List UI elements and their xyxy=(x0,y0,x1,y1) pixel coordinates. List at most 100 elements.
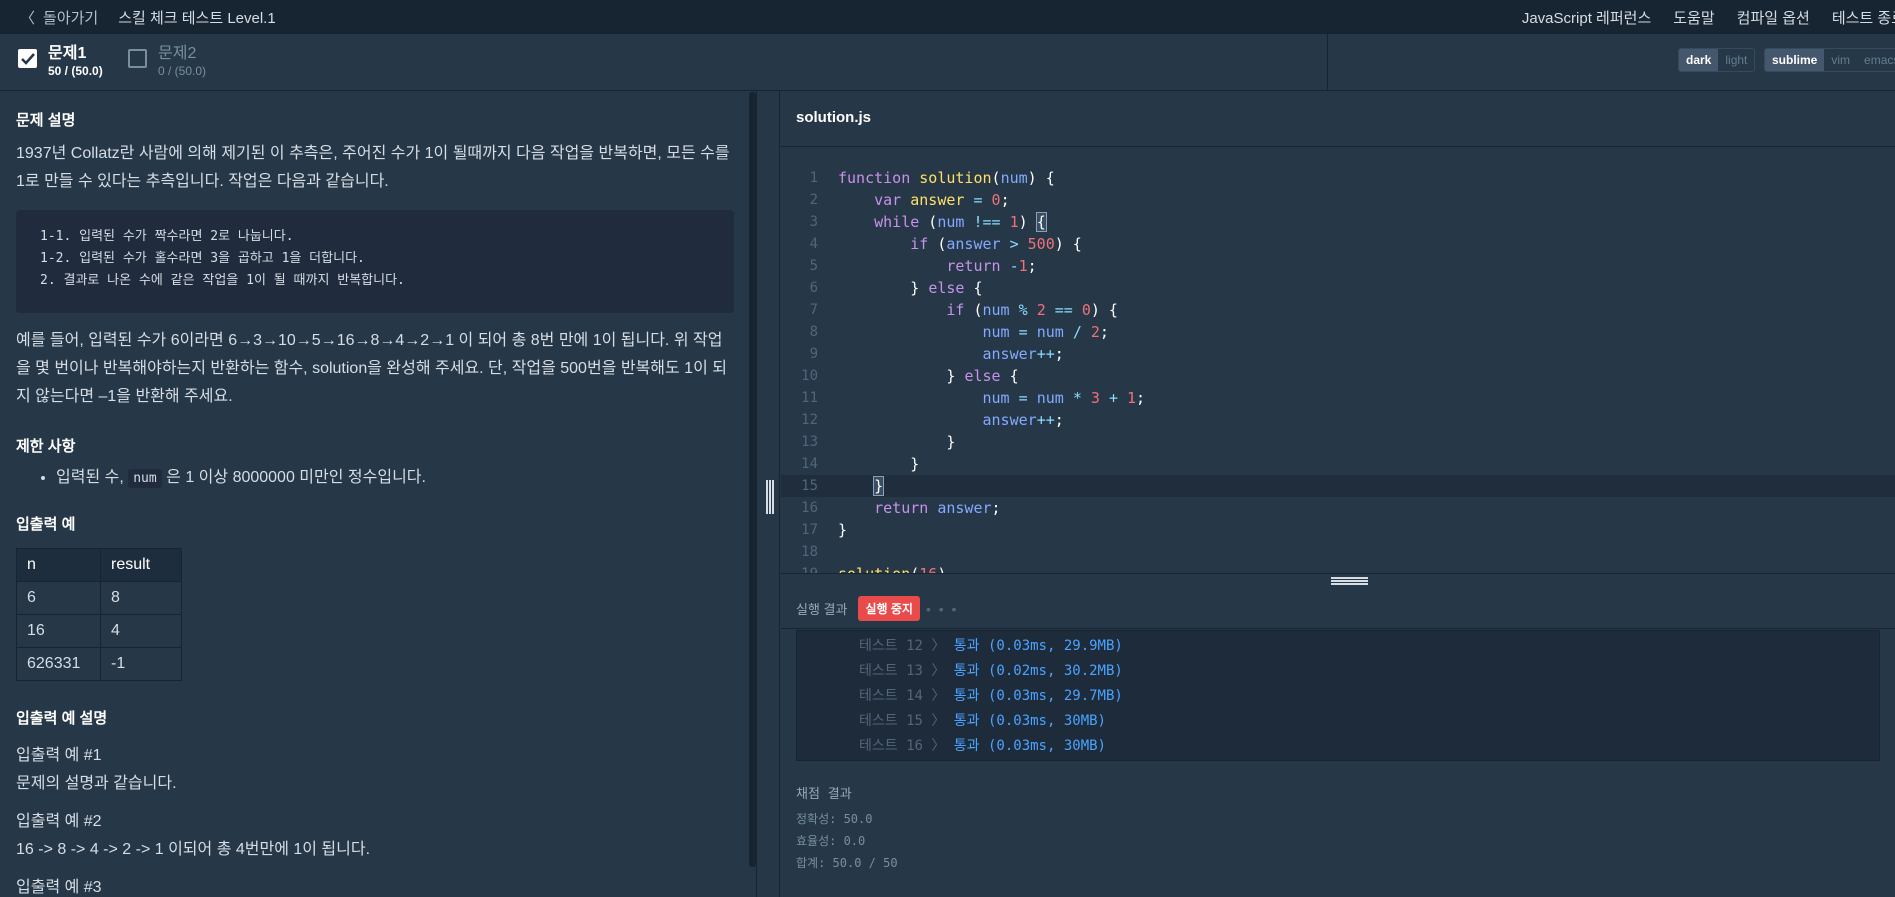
back-button[interactable]: 〈 돌아가기 xyxy=(0,7,98,28)
table-cell: -1 xyxy=(100,647,182,681)
total-score: 합계: 50.0 / 50 xyxy=(796,856,898,870)
back-label: 돌아가기 xyxy=(43,9,99,27)
reference-link[interactable]: JavaScript 레퍼런스 xyxy=(1522,7,1651,28)
line-number: 19 xyxy=(781,563,818,573)
column-header: n xyxy=(16,548,101,582)
test-results-panel: 테스트 12 〉 통과 (0.03ms, 29.9MB) 테스트 13 〉 통과… xyxy=(796,630,1880,761)
tab-label: 문제1 xyxy=(48,45,87,62)
example-title: 입출력 예 #2 xyxy=(16,813,102,830)
test-title: 스킬 체크 테스트 Level.1 xyxy=(118,9,276,27)
code-line: 14 } xyxy=(781,453,1895,475)
test-result: 통과 (0.03ms, 29.7MB) xyxy=(953,688,1123,704)
loading-dots: • • • xyxy=(925,600,959,617)
accuracy-score: 정확성: 50.0 xyxy=(796,812,873,826)
io-example-table: n result 6 8 16 4 626331 -1 xyxy=(16,548,182,681)
problem-description-pane: 문제 설명 1937년 Collatz란 사람에 의해 제기된 이 추측은, 주… xyxy=(0,91,750,897)
efficiency-score: 효율성: 0.0 xyxy=(796,834,866,848)
keymap-emacs-button[interactable]: emacs xyxy=(1857,49,1895,71)
line-number: 14 xyxy=(801,456,818,472)
tab-problem-2[interactable]: 문제2 0 / (50.0) xyxy=(128,44,206,78)
section-title: 입출력 예 설명 xyxy=(16,710,108,727)
line-number: 9 xyxy=(809,346,818,362)
line-number: 13 xyxy=(801,434,818,450)
example-title: 입출력 예 #3 xyxy=(16,879,102,896)
line-number: 16 xyxy=(801,500,818,516)
table-cell: 16 xyxy=(16,614,101,648)
test-label: 테스트 13 〉 xyxy=(859,663,946,679)
keymap-vim-button[interactable]: vim xyxy=(1824,49,1857,71)
code-line: 16 return answer; xyxy=(781,497,1895,519)
keymap-sublime-button[interactable]: sublime xyxy=(1765,49,1825,71)
example-title: 입출력 예 #1 xyxy=(16,747,102,764)
table-cell: 626331 xyxy=(16,647,101,681)
example-text: 문제의 설명과 같습니다. xyxy=(16,775,177,792)
code-line: 8 num = num / 2; xyxy=(781,321,1895,343)
description-text: 1937년 Collatz란 사람에 의해 제기된 이 추측은, 주어진 수가 … xyxy=(16,145,730,190)
grading-summary: 채점 결과 정확성: 50.0 효율성: 0.0 합계: 50.0 / 50 xyxy=(796,783,898,874)
line-number: 2 xyxy=(809,192,818,208)
section-title: 문제 설명 xyxy=(16,112,76,129)
drag-handle-icon[interactable] xyxy=(766,480,774,514)
divider xyxy=(1327,34,1328,91)
compile-options-link[interactable]: 컴파일 옵션 xyxy=(1737,7,1810,28)
code-line: 10 } else { xyxy=(781,365,1895,387)
line-number: 11 xyxy=(801,390,818,406)
step-line: 1-2. 입력된 수가 홀수라면 3을 곱하고 1을 더합니다. xyxy=(40,251,365,266)
code-line: 3 while (num !== 1) { xyxy=(781,211,1895,233)
line-number: 10 xyxy=(801,368,818,384)
test-result: 통과 (0.03ms, 30MB) xyxy=(953,713,1106,729)
test-result: 통과 (0.02ms, 30.2MB) xyxy=(953,663,1123,679)
list-item: 입력된 수, num 은 1 이상 8000000 미만인 정수입니다. xyxy=(56,466,734,491)
table-cell: 4 xyxy=(100,614,182,648)
code-line: 1 function solution(num) { xyxy=(781,167,1895,189)
theme-dark-button[interactable]: dark xyxy=(1679,49,1719,71)
code-line: 13 } xyxy=(781,431,1895,453)
editor-header: solution.js xyxy=(781,91,1895,147)
description-text: 예를 들어, 입력된 수가 6이라면 6→3→10→5→16→8→4→2→1 이… xyxy=(16,332,727,405)
limits-list: 입력된 수, num 은 1 이상 8000000 미만인 정수입니다. xyxy=(56,466,734,491)
code-line-active: 15 } xyxy=(781,475,1895,497)
section-title: 입출력 예 xyxy=(16,516,76,533)
test-result: 통과 (0.03ms, 29.9MB) xyxy=(953,638,1123,654)
code-line: 17} xyxy=(781,519,1895,541)
pane-splitter[interactable] xyxy=(756,91,780,897)
theme-light-button[interactable]: light xyxy=(1718,49,1754,71)
table-row: 6 8 xyxy=(16,581,182,615)
end-test-link[interactable]: 테스트 종료 xyxy=(1832,7,1895,28)
test-result-row: 테스트 15 〉 통과 (0.03ms, 30MB) xyxy=(859,709,1106,734)
line-number: 1 xyxy=(809,170,818,186)
line-number: 17 xyxy=(801,522,818,538)
test-label: 테스트 12 〉 xyxy=(859,638,946,654)
test-result: 통과 (0.03ms, 30MB) xyxy=(953,738,1106,754)
column-header: result xyxy=(100,548,182,582)
scrollbar[interactable] xyxy=(749,92,756,867)
console-splitter[interactable] xyxy=(781,573,1895,589)
limit-text: 입력된 수, xyxy=(56,469,124,486)
section-title: 제한 사항 xyxy=(16,438,76,455)
line-number: 15 xyxy=(801,478,818,494)
test-result-row: 테스트 14 〉 통과 (0.03ms, 29.7MB) xyxy=(859,684,1123,709)
test-result-row: 테스트 13 〉 통과 (0.02ms, 30.2MB) xyxy=(859,659,1123,684)
code-line: 18 xyxy=(781,541,1895,563)
file-name: solution.js xyxy=(796,109,871,126)
console-title: 실행 결과 xyxy=(796,602,848,617)
steps-code-block: 1-1. 입력된 수가 짝수라면 2로 나눕니다. 1-2. 입력된 수가 홀수라… xyxy=(16,210,734,313)
help-link[interactable]: 도움말 xyxy=(1673,7,1714,28)
table-row: 626331 -1 xyxy=(16,647,182,681)
stop-execution-button[interactable]: 실행 중지 xyxy=(858,596,920,621)
code-line: 7 if (num % 2 == 0) { xyxy=(781,299,1895,321)
line-number: 12 xyxy=(801,412,818,428)
tab-score: 0 / (50.0) xyxy=(158,64,207,78)
code-line: 11 num = num * 3 + 1; xyxy=(781,387,1895,409)
drag-handle-icon[interactable] xyxy=(1331,577,1368,585)
table-cell: 8 xyxy=(100,581,182,615)
limit-text: 은 1 이상 8000000 미만인 정수입니다. xyxy=(166,469,426,486)
console-header: 실행 결과 실행 중지 • • • xyxy=(781,589,1895,629)
test-label: 테스트 15 〉 xyxy=(859,713,946,729)
line-number: 6 xyxy=(809,280,818,296)
code-editor[interactable]: 1 function solution(num) { 2 var answer =… xyxy=(781,147,1895,573)
tab-problem-1[interactable]: 문제1 50 / (50.0) xyxy=(18,44,103,78)
test-label: 테스트 16 〉 xyxy=(859,738,946,754)
line-number: 3 xyxy=(809,214,818,230)
tab-label: 문제2 xyxy=(158,45,197,62)
